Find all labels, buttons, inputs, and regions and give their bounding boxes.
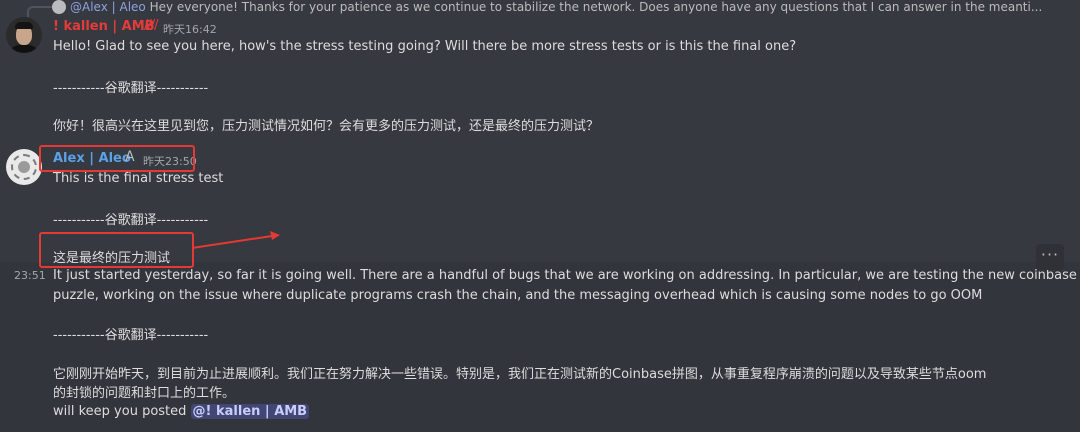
translation-separator: -----------谷歌翻译-----------	[53, 328, 209, 343]
reply-avatar-icon[interactable]	[52, 0, 66, 14]
reply-connector-line	[27, 6, 55, 17]
translated-text: 的封锁的问题和封口上的工作。	[53, 386, 236, 401]
translated-text: 你好！很高兴在这里见到您，压力测试情况如何？会有更多的压力测试，还是最终的压力测…	[53, 119, 600, 134]
role-badge-icon: ////	[144, 18, 158, 33]
timestamp[interactable]: 昨天16:42	[163, 21, 217, 37]
followup-message: will keep you posted @! kallen | AMB	[53, 404, 310, 419]
translation-separator: -----------谷歌翻译-----------	[53, 213, 209, 228]
message-text: This is the final stress test	[53, 171, 224, 186]
message-text: puzzle, working on the issue where dupli…	[53, 288, 983, 303]
annotation-box-author	[39, 145, 195, 172]
annotation-box-translation	[39, 232, 194, 268]
avatar-alex[interactable]	[6, 149, 42, 185]
reply-text: Hey everyone! Thanks for your patience a…	[149, 0, 1043, 14]
more-horizontal-icon[interactable]: ···	[1036, 244, 1064, 270]
avatar-kallen[interactable]	[6, 17, 42, 53]
translation-separator: -----------谷歌翻译-----------	[53, 81, 209, 96]
reply-preview[interactable]: @Alex | Aleo Hey everyone! Thanks for yo…	[70, 0, 1042, 14]
reply-mention[interactable]: @Alex | Aleo	[70, 0, 146, 14]
followup-text: will keep you posted	[53, 404, 187, 419]
translated-text: 它刚刚开始昨天，到目前为止进展顺利。我们正在努力解决一些错误。特别是，我们正在测…	[53, 367, 987, 382]
message-text: It just started yesterday, so far it is …	[53, 268, 1077, 283]
message-text: Hello! Glad to see you here, how's the s…	[53, 39, 797, 54]
user-mention[interactable]: @! kallen | AMB	[190, 404, 310, 419]
username-kallen[interactable]: ! kallen | AMB	[53, 19, 155, 34]
hover-timestamp[interactable]: 23:51	[14, 269, 46, 282]
annotation-arrow-icon	[191, 231, 280, 249]
